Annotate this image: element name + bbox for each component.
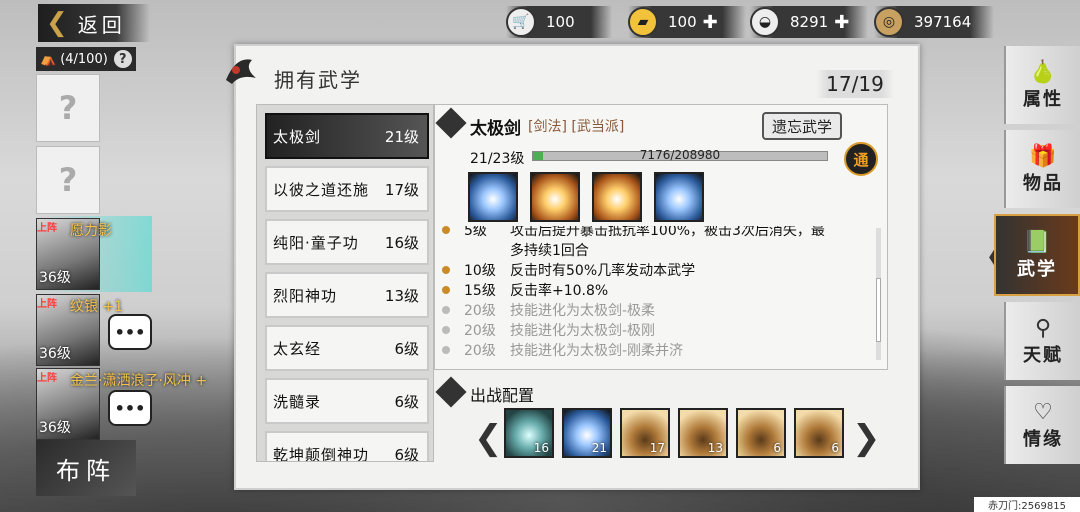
currency-value: 100: [546, 13, 575, 31]
skill-list-item[interactable]: 纯阳·童子功 16级: [265, 219, 429, 265]
player-id: 赤刀门:2569815: [974, 497, 1080, 512]
move-icon[interactable]: [654, 172, 704, 222]
equipped-skill-slot[interactable]: 6: [794, 408, 844, 458]
skill-effects-list[interactable]: 5级 攻击后提升暴击抵抗率100%，被击3次后消失，最 多持续1回合 10级 反击时…: [442, 226, 872, 364]
hero-name: 纹银 +1: [70, 299, 124, 315]
skill-list-item[interactable]: 乾坤颠倒神功 6级: [265, 431, 429, 461]
empty-hero-slot[interactable]: ?: [36, 146, 100, 214]
effect-row: 多持续1回合: [510, 243, 589, 259]
skill-level: 21/23级: [470, 151, 525, 167]
prev-arrow-icon[interactable]: ❮: [474, 418, 503, 458]
gourd-icon: 🍐: [1029, 59, 1057, 85]
skill-count: 17/19: [816, 70, 894, 98]
skill-name: 太极剑: [470, 119, 521, 139]
equipped-skill-slot[interactable]: 13: [678, 408, 728, 458]
effect-row: 10级 反击时有50%几率发动本武学: [442, 260, 695, 280]
gift-box-icon: 🎁: [1029, 143, 1057, 169]
effects-scrollbar[interactable]: [876, 228, 881, 360]
add-silver-button[interactable]: ✚: [834, 12, 849, 33]
cart-icon: 🛒: [506, 7, 536, 37]
config-title: 出战配置: [470, 386, 535, 405]
panel-title: 拥有武学: [274, 68, 362, 92]
silver-ingot-icon: ◒: [750, 7, 780, 37]
add-gold-button[interactable]: ✚: [703, 12, 718, 33]
currency-silver: ◒ 8291 ✚: [750, 6, 868, 38]
effect-row: 5级 攻击后提升暴击抵抗率100%，被击3次后消失，最: [442, 226, 825, 240]
equipped-skill-slot[interactable]: 16: [504, 408, 554, 458]
hero-name: 金兰·潇洒浪子·风冲 +: [70, 373, 208, 389]
effect-row: 20级 技能进化为太极剑-极柔: [442, 300, 655, 320]
tab-attributes[interactable]: 🍐 属性: [1004, 46, 1080, 124]
back-button[interactable]: ❮ 返回: [38, 4, 150, 42]
equipped-skill-slot[interactable]: 17: [620, 408, 670, 458]
back-arrow-icon: ❮: [46, 8, 72, 38]
equipped-skill-slot[interactable]: 21: [562, 408, 612, 458]
gold-bar-icon: ▰: [628, 7, 658, 37]
talent-icon: ⚲: [1034, 315, 1052, 341]
currency-value: 8291: [790, 13, 829, 31]
brush-ribbon-icon: [226, 59, 256, 84]
skill-list-item[interactable]: 太玄经 6级: [265, 325, 429, 371]
next-arrow-icon[interactable]: ❯: [852, 418, 881, 458]
currency-copper: ◎ 397164: [874, 6, 994, 38]
chat-bubble-button[interactable]: •••: [108, 390, 152, 426]
exp-text: 7176/208980: [639, 148, 721, 162]
book-icon: 📗: [1023, 229, 1051, 255]
forget-skill-button[interactable]: 遗忘武学: [762, 112, 842, 140]
formation-button[interactable]: 布阵: [36, 440, 136, 496]
skill-list-item[interactable]: 以彼之道还施 17级: [265, 166, 429, 212]
effect-row: 20级 技能进化为太极剑-刚柔并济: [442, 340, 683, 360]
roster-count: ⛺ (4/100) ?: [36, 47, 136, 71]
scroll-thumb[interactable]: [876, 278, 881, 342]
equipped-skill-slot[interactable]: 6: [736, 408, 786, 458]
skill-tags: [剑法] [武当派]: [528, 119, 625, 135]
tab-affection[interactable]: ♡ 情缘: [1004, 386, 1080, 464]
mastery-badge[interactable]: 通: [844, 142, 878, 176]
hero-name: 愿力影: [70, 223, 112, 239]
tab-items[interactable]: 🎁 物品: [1004, 130, 1080, 208]
tab-talent[interactable]: ⚲ 天赋: [1004, 302, 1080, 380]
effect-row: 15级 反击率+10.8%: [442, 280, 608, 300]
heart-knot-icon: ♡: [1033, 399, 1053, 425]
help-icon[interactable]: ?: [113, 50, 132, 68]
copper-coin-icon: ◎: [874, 7, 904, 37]
back-label: 返回: [77, 12, 126, 37]
effect-row: 20级 技能进化为太极剑-极刚: [442, 320, 655, 340]
skill-list-item[interactable]: 洗髓录 6级: [265, 378, 429, 424]
currency-value: 397164: [914, 13, 972, 31]
team-icon: ⛺: [40, 51, 57, 67]
currency-value: 100: [668, 13, 697, 31]
skill-list-item[interactable]: 太极剑 21级: [265, 113, 429, 159]
move-icon[interactable]: [468, 172, 518, 222]
empty-hero-slot[interactable]: ?: [36, 74, 100, 142]
tab-martial-arts[interactable]: 📗 武学: [994, 214, 1080, 296]
skill-list-item[interactable]: 烈阳神功 13级: [265, 272, 429, 318]
currency-gold: ▰ 100 ✚: [628, 6, 746, 38]
skill-list[interactable]: 太极剑 21级 以彼之道还施 17级 纯阳·童子功 16级 烈阳神功 13级 太…: [256, 104, 434, 462]
chat-bubble-button[interactable]: •••: [108, 314, 152, 350]
move-icon[interactable]: [592, 172, 642, 222]
currency-cart: 🛒 100: [506, 6, 612, 38]
move-icon[interactable]: [530, 172, 580, 222]
